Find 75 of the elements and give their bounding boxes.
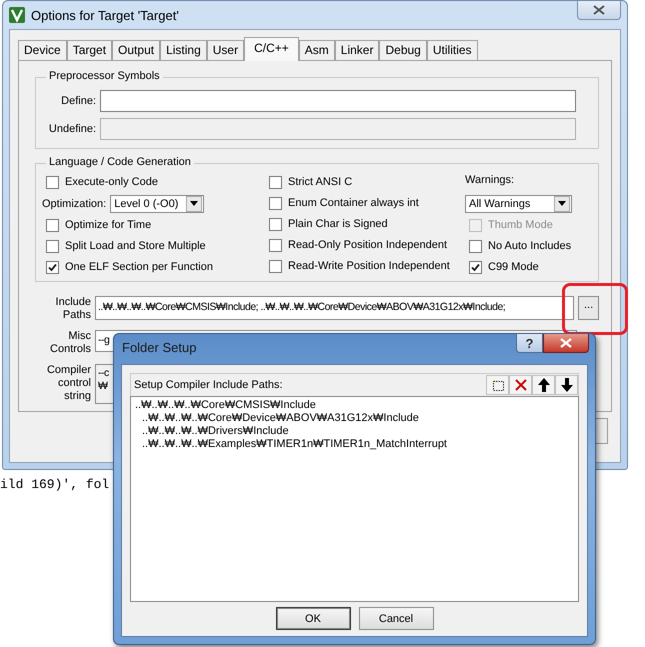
delete-button[interactable] — [509, 375, 532, 395]
control-string-line: ₩ — [98, 380, 108, 393]
input-field[interactable] — [100, 90, 576, 112]
close-icon — [560, 338, 572, 348]
dialog-button[interactable]: Cancel — [358, 607, 434, 630]
tab[interactable]: Linker — [334, 40, 380, 60]
dropdown[interactable]: Level 0 (-O0) — [110, 194, 204, 212]
dialog-title: Folder Setup — [122, 340, 198, 354]
checkbox[interactable] — [46, 218, 59, 232]
checkbox-label: Split Load and Store Multiple — [65, 240, 206, 252]
tab[interactable]: Asm — [298, 40, 335, 60]
close-button[interactable] — [543, 334, 589, 353]
checkbox-label: One ELF Section per Function — [65, 261, 213, 273]
checkbox[interactable] — [46, 176, 59, 188]
close-button[interactable] — [577, 1, 621, 20]
app-icon — [9, 7, 25, 23]
list-title: Setup Compiler Include Paths: — [134, 379, 283, 391]
checkbox-label: Enum Container always int — [288, 197, 419, 209]
checkbox-label: No Auto Includes — [488, 240, 572, 252]
checkbox[interactable] — [269, 218, 282, 230]
tab[interactable]: Debug — [379, 40, 427, 60]
tab[interactable]: Output — [112, 40, 160, 60]
caret-icon — [190, 201, 198, 206]
checkbox-label: Read-Write Position Independent — [288, 260, 450, 272]
move-up-button[interactable] — [532, 375, 555, 395]
tab[interactable]: Device — [18, 40, 67, 60]
warnings-label: Warnings: — [465, 174, 514, 186]
dialog-button[interactable]: OK — [276, 607, 350, 630]
path-item[interactable]: ..₩..₩..₩..₩Core₩Device₩ABOV₩A31G12x₩Include — [132, 412, 577, 425]
dropdown[interactable]: All Warnings — [465, 194, 572, 212]
group-title: Language / Code Generation — [46, 156, 194, 168]
include-paths-field[interactable]: ..₩..₩..₩..₩Core₩CMSIS₩Include; ..₩..₩..₩..₩Core₩Device₩ABOV₩A31G12x₩Include; — [95, 296, 574, 320]
down-arrow-icon — [560, 378, 572, 392]
up-arrow-icon — [538, 378, 550, 392]
delete-icon — [514, 378, 528, 392]
checkbox-label: Thumb Mode — [488, 219, 553, 231]
close-icon — [593, 5, 605, 15]
checkbox-label: Optimize for Time — [65, 219, 152, 231]
checkbox[interactable] — [46, 240, 59, 252]
group-title: Preprocessor Symbols — [46, 70, 163, 82]
field-label: Undefine: — [48, 123, 96, 135]
field-label: Include Paths — [54, 296, 91, 322]
checkbox[interactable] — [269, 238, 282, 252]
checkbox[interactable] — [269, 176, 282, 188]
control-string-line: --c — [98, 367, 109, 380]
checkbox[interactable] — [469, 260, 482, 274]
new-folder-icon — [490, 378, 504, 392]
checkbox-label: Strict ANSI C — [288, 176, 352, 188]
path-item[interactable]: ..₩..₩..₩..₩Drivers₩Include — [132, 425, 577, 438]
field-label: Misc Controls — [49, 330, 91, 356]
browse-button[interactable]: ... — [578, 296, 599, 320]
help-button[interactable]: ? — [516, 334, 543, 353]
tab[interactable]: User — [206, 40, 244, 60]
checkbox[interactable] — [469, 240, 482, 252]
path-item[interactable]: ..₩..₩..₩..₩Core₩CMSIS₩Include — [132, 399, 577, 412]
checkbox[interactable] — [46, 260, 59, 274]
field-label: Compiler control string — [46, 364, 91, 404]
checkbox-label: Plain Char is Signed — [288, 218, 388, 230]
checkbox-label: C99 Mode — [488, 261, 539, 273]
new-button[interactable] — [486, 375, 509, 395]
move-down-button[interactable] — [555, 375, 578, 395]
path-item[interactable]: ..₩..₩..₩..₩Examples₩TIMER1n₩TIMER1n_MatchInterrupt — [132, 438, 577, 451]
checkbox[interactable] — [269, 260, 282, 272]
tab[interactable]: Listing — [160, 40, 207, 60]
tab[interactable]: C/C++ — [244, 37, 299, 61]
checkbox-label: Read-Only Position Independent — [288, 239, 447, 251]
select-label: Optimization: — [42, 198, 106, 210]
caret-icon — [558, 201, 566, 206]
tab[interactable]: Utilities — [426, 40, 478, 60]
tab[interactable]: Target — [66, 40, 112, 60]
checkbox[interactable] — [269, 196, 282, 210]
checkbox-label: Execute-only Code — [65, 176, 158, 188]
window-title: Options for Target 'Target' — [31, 8, 180, 22]
code-text: ild 169)', fol — [0, 477, 110, 492]
field-label: Define: — [60, 95, 96, 107]
